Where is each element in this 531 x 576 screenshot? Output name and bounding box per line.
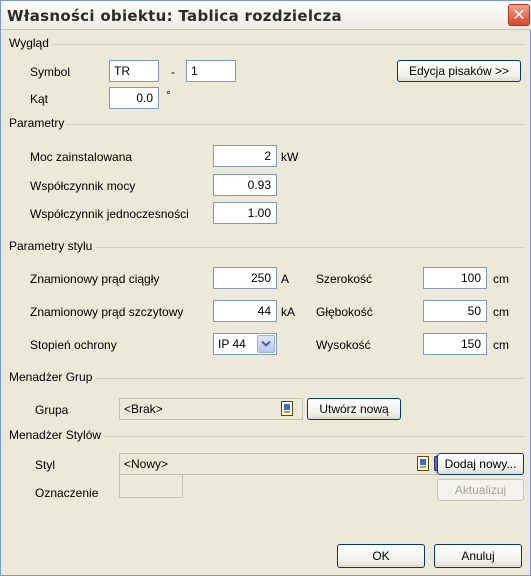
protection-degree-label: Stopień ochrony xyxy=(30,338,117,352)
edit-pens-button[interactable]: Edycja pisaków >> xyxy=(397,60,521,82)
update-button[interactable]: Aktualizuj xyxy=(437,479,524,501)
installed-power-unit: kW xyxy=(281,150,299,164)
group-label-style-manager: Menadżer Stylów xyxy=(9,428,105,442)
group-value: <Brak> xyxy=(124,402,163,416)
installed-power-label: Moc zainstalowana xyxy=(30,150,133,164)
width-unit: cm xyxy=(493,272,509,286)
group-label-wyglad: Wygląd xyxy=(9,36,52,50)
style-field-label: Styl xyxy=(35,458,56,472)
create-new-group-button[interactable]: Utwórz nową xyxy=(307,398,401,420)
document-icon[interactable] xyxy=(279,400,296,417)
width-label: Szerokość xyxy=(316,272,373,286)
angle-label: Kąt xyxy=(30,92,49,106)
simultaneity-factor-input[interactable]: 1.00 xyxy=(213,202,277,224)
height-input[interactable]: 150 xyxy=(423,333,487,355)
group-label-parametry: Parametry xyxy=(9,116,68,130)
symbol-separator: - xyxy=(171,65,175,79)
cancel-button[interactable]: Anuluj xyxy=(434,544,522,568)
symbol-label: Symbol xyxy=(30,65,71,79)
group-divider xyxy=(9,124,524,126)
installed-power-input[interactable]: 2 xyxy=(213,145,277,167)
angle-input[interactable]: 0.0 xyxy=(109,87,159,109)
depth-unit: cm xyxy=(493,305,509,319)
group-field-label: Grupa xyxy=(35,403,69,417)
chevron-down-icon[interactable] xyxy=(257,335,275,353)
close-button[interactable]: ✕ xyxy=(508,4,530,26)
peak-current-input[interactable]: 44 xyxy=(213,300,277,322)
properties-dialog: Własności obiektu: Tablica rozdzielcza ✕… xyxy=(0,0,531,576)
symbol-prefix-input[interactable]: TR xyxy=(109,60,159,82)
peak-current-unit: kA xyxy=(281,305,296,319)
title-bar[interactable]: Własności obiektu: Tablica rozdzielcza ✕ xyxy=(1,1,531,30)
angle-unit: ° xyxy=(166,88,171,102)
protection-degree-select[interactable]: IP 44 xyxy=(213,333,277,355)
depth-label: Głębokość xyxy=(316,305,373,319)
rated-current-label: Znamionowy prąd ciągły xyxy=(30,272,160,286)
height-unit: cm xyxy=(493,338,509,352)
power-factor-label: Współczynnik mocy xyxy=(30,179,136,193)
style-select[interactable]: <Nowy> xyxy=(119,453,437,475)
symbol-number-input[interactable]: 1 xyxy=(186,60,236,82)
designation-input[interactable] xyxy=(119,474,183,498)
width-input[interactable]: 100 xyxy=(423,267,487,289)
power-factor-input[interactable]: 0.93 xyxy=(213,174,277,196)
group-divider xyxy=(9,44,524,46)
group-select[interactable]: <Brak> xyxy=(119,398,303,420)
designation-label: Oznaczenie xyxy=(35,486,99,500)
rated-current-input[interactable]: 250 xyxy=(213,267,277,289)
protection-degree-value: IP 44 xyxy=(218,337,246,351)
height-label: Wysokość xyxy=(316,338,371,352)
peak-current-label: Znamionowy prąd szczytowy xyxy=(30,305,184,319)
document-icon[interactable] xyxy=(415,455,432,472)
simultaneity-factor-label: Współczynnik jednoczesności xyxy=(30,207,189,221)
depth-input[interactable]: 50 xyxy=(423,300,487,322)
rated-current-unit: A xyxy=(281,272,290,286)
ok-button[interactable]: OK xyxy=(337,544,425,568)
window-title: Własności obiektu: Tablica rozdzielcza xyxy=(7,7,342,25)
group-label-parametry-stylu: Parametry stylu xyxy=(9,239,96,253)
style-value: <Nowy> xyxy=(124,457,169,471)
add-new-style-button[interactable]: Dodaj nowy... xyxy=(437,453,524,475)
group-label-group-manager: Menadżer Grup xyxy=(9,370,96,384)
